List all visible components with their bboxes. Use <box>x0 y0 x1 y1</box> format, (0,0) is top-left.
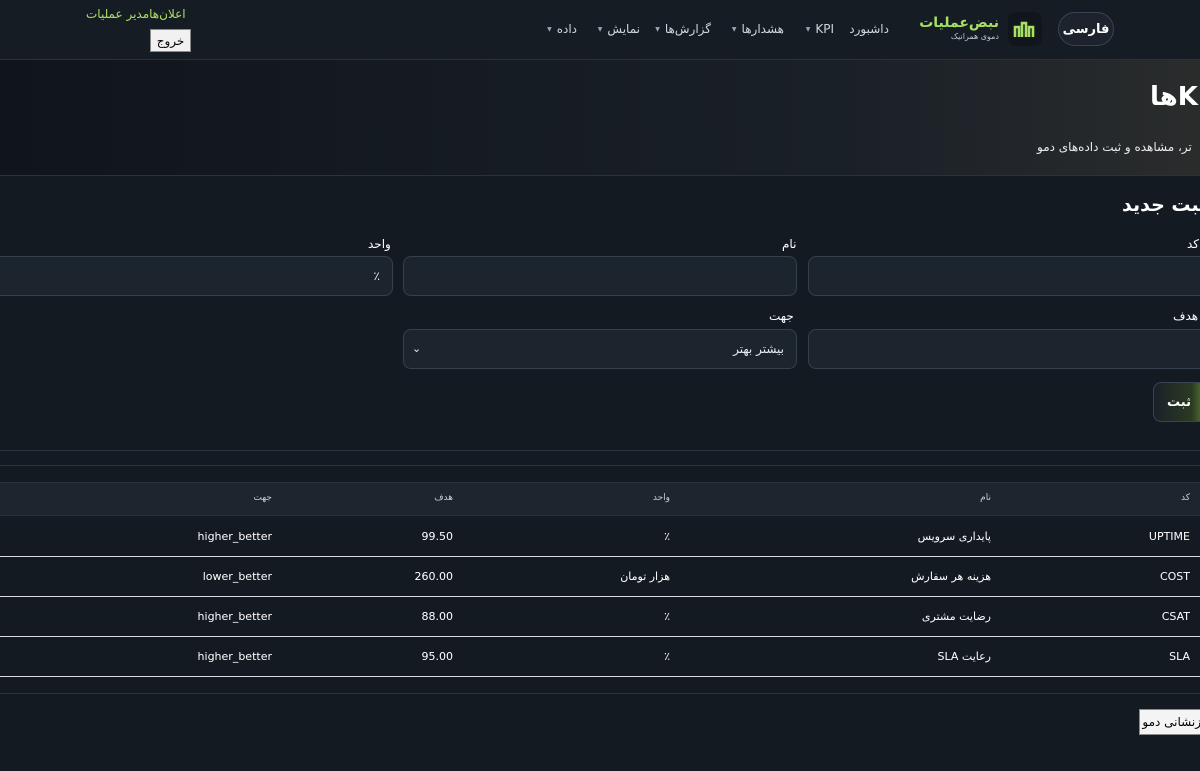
section-divider <box>0 465 1200 466</box>
table-row: SLA رعایت SLA ٪ 95.00 higher_better <box>0 637 1200 677</box>
table-header: کد نام واحد هدف جهت <box>0 482 1200 516</box>
cell-name: رعایت SLA <box>937 650 991 663</box>
submit-button[interactable]: ثبت <box>1153 382 1200 422</box>
chevron-down-icon: ▼ <box>805 26 811 33</box>
cell-unit: ٪ <box>664 610 670 623</box>
chevron-down-icon: ⌄ <box>412 342 422 355</box>
top-navbar: فارسی نبض‌عملیات دموی همرانیک داشبورد KP… <box>0 0 1200 60</box>
direction-select[interactable]: بیشتر بهتر ⌄ <box>403 329 797 369</box>
nav-dashboard[interactable]: داشبورد <box>849 22 889 36</box>
cell-target: 88.00 <box>421 610 454 623</box>
chevron-down-icon: ▼ <box>731 26 737 33</box>
cell-code: UPTIME <box>1148 530 1190 543</box>
header-direction: جهت <box>253 493 272 503</box>
announcements-link[interactable]: اعلان‌هامدیر عملیات <box>86 7 186 21</box>
cell-target: 99.50 <box>421 530 454 543</box>
logo-icon[interactable] <box>1008 12 1042 46</box>
nav-data[interactable]: داده▼ <box>547 22 577 36</box>
chevron-down-icon: ▼ <box>597 26 603 33</box>
cell-name: هزینه هر سفارش <box>911 570 991 583</box>
header-target: هدف <box>434 493 453 503</box>
cell-code: CSAT <box>1161 610 1190 623</box>
cell-direction: higher_better <box>197 650 272 663</box>
language-button[interactable]: فارسی <box>1058 12 1114 46</box>
name-field[interactable] <box>403 256 797 296</box>
nav-kpi[interactable]: KPI▼ <box>806 22 834 36</box>
nav-reports[interactable]: گزارش‌ها▼ <box>655 22 711 36</box>
section-divider <box>0 450 1200 451</box>
cell-direction: higher_better <box>197 530 272 543</box>
table-row: COST هزینه هر سفارش هزار تومان 260.00 lo… <box>0 557 1200 597</box>
cell-target: 260.00 <box>414 570 454 583</box>
cell-unit: ٪ <box>664 530 670 543</box>
unit-field[interactable]: ٪ <box>0 256 393 296</box>
cell-code: SLA <box>1169 650 1190 663</box>
cell-unit: ٪ <box>664 650 670 663</box>
nav-display[interactable]: نمایش▼ <box>598 22 640 36</box>
direction-select-value: بیشتر بهتر <box>733 342 784 356</box>
section-divider <box>0 693 1200 694</box>
header-unit: واحد <box>652 493 670 503</box>
target-field[interactable] <box>808 329 1200 369</box>
cell-name: رضایت مشتری <box>921 610 991 623</box>
name-label: نام <box>782 237 797 251</box>
cell-direction: higher_better <box>197 610 272 623</box>
brand-name[interactable]: نبض‌عملیات <box>919 15 999 31</box>
header-code: کد <box>1180 493 1190 503</box>
unit-label: واحد <box>368 237 391 251</box>
code-field[interactable] <box>808 256 1200 296</box>
target-label: هدف <box>1173 309 1199 323</box>
cell-target: 95.00 <box>421 650 454 663</box>
code-label: کد <box>1187 237 1200 251</box>
logout-button[interactable]: خروج <box>150 29 191 52</box>
demo-reset-button[interactable]: بازنشانی دمو <box>1139 709 1200 735</box>
hero-banner: KPIها تر، مشاهده و ثبت داده‌های دمو <box>0 60 1200 176</box>
chevron-down-icon: ▼ <box>655 26 660 33</box>
page-description: تر، مشاهده و ثبت داده‌های دمو <box>1037 140 1192 154</box>
table-row: UPTIME پایداری سرویس ٪ 99.50 higher_bett… <box>0 517 1200 557</box>
form-title: ثبت جدید <box>1122 194 1200 216</box>
cell-code: COST <box>1159 570 1190 583</box>
nav-alerts[interactable]: هشدارها▼ <box>732 22 784 36</box>
chevron-down-icon: ▼ <box>547 26 552 33</box>
table-row: CSAT رضایت مشتری ٪ 88.00 higher_better <box>0 597 1200 637</box>
cell-unit: هزار تومان <box>620 570 670 583</box>
brand-subtitle: دموی همرانیک <box>950 32 999 41</box>
header-name: نام <box>980 493 991 503</box>
cell-name: پایداری سرویس <box>917 530 991 543</box>
direction-label: جهت <box>769 309 794 323</box>
page-title: KPIها <box>1150 82 1200 112</box>
cell-direction: lower_better <box>202 570 272 583</box>
